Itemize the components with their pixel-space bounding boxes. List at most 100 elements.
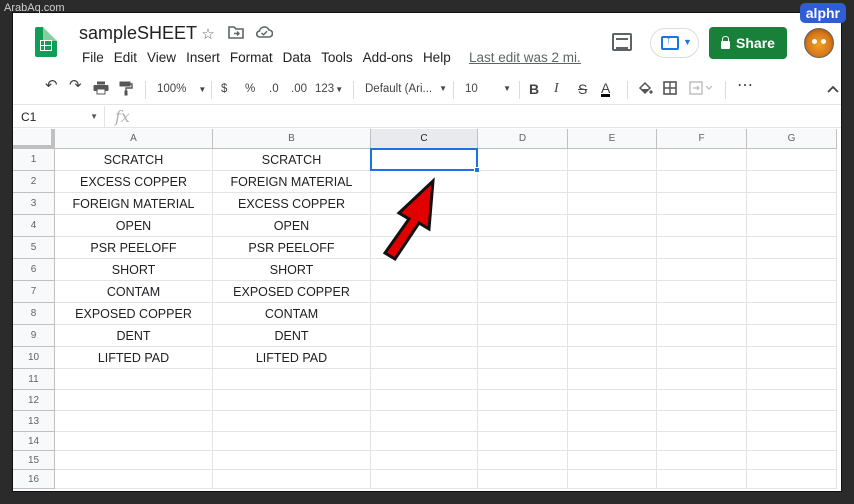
column-header-b[interactable]: B xyxy=(213,129,371,149)
cell-a13[interactable] xyxy=(55,411,213,432)
cell-a4[interactable]: OPEN xyxy=(55,215,213,237)
zoom-select[interactable]: 100% ▼ xyxy=(157,81,206,97)
cell-b6[interactable]: SHORT xyxy=(213,259,371,281)
cell-b16[interactable] xyxy=(213,470,371,489)
cell-e4[interactable] xyxy=(568,215,657,237)
cell-g13[interactable] xyxy=(747,411,837,432)
cell-e9[interactable] xyxy=(568,325,657,347)
present-button[interactable]: ▼ xyxy=(650,28,699,58)
cell-b5[interactable]: PSR PEELOFF xyxy=(213,237,371,259)
cell-f14[interactable] xyxy=(657,432,747,451)
cell-e8[interactable] xyxy=(568,303,657,325)
cell-d6[interactable] xyxy=(478,259,568,281)
cloud-status-icon[interactable] xyxy=(255,25,274,43)
cell-g8[interactable] xyxy=(747,303,837,325)
cell-e1[interactable] xyxy=(568,149,657,171)
row-header-7[interactable]: 7 xyxy=(13,281,55,303)
decrease-decimal-button[interactable]: .0 xyxy=(269,81,279,97)
column-header-d[interactable]: D xyxy=(478,129,568,149)
cell-d9[interactable] xyxy=(478,325,568,347)
font-size-select[interactable]: 10 ▼ xyxy=(465,81,511,97)
cell-d12[interactable] xyxy=(478,390,568,411)
cell-c9[interactable] xyxy=(371,325,478,347)
cell-b15[interactable] xyxy=(213,451,371,470)
cell-c15[interactable] xyxy=(371,451,478,470)
cell-f10[interactable] xyxy=(657,347,747,369)
menu-tools[interactable]: Tools xyxy=(316,50,358,65)
print-icon[interactable] xyxy=(93,81,109,97)
undo-icon[interactable]: ↶ xyxy=(45,78,58,94)
cell-a5[interactable]: PSR PEELOFF xyxy=(55,237,213,259)
row-header-12[interactable]: 12 xyxy=(13,390,55,411)
cell-g16[interactable] xyxy=(747,470,837,489)
column-header-c[interactable]: C xyxy=(371,129,478,149)
cell-g7[interactable] xyxy=(747,281,837,303)
row-header-4[interactable]: 4 xyxy=(13,215,55,237)
cell-c11[interactable] xyxy=(371,369,478,390)
cell-g4[interactable] xyxy=(747,215,837,237)
menu-data[interactable]: Data xyxy=(278,50,317,65)
cell-e15[interactable] xyxy=(568,451,657,470)
text-color-button[interactable]: A xyxy=(601,81,611,97)
share-button[interactable]: Share xyxy=(709,27,787,59)
column-header-f[interactable]: F xyxy=(657,129,747,149)
cell-b3[interactable]: EXCESS COPPER xyxy=(213,193,371,215)
cell-b9[interactable]: DENT xyxy=(213,325,371,347)
cell-g12[interactable] xyxy=(747,390,837,411)
folder-move-icon[interactable] xyxy=(227,25,245,43)
cell-g10[interactable] xyxy=(747,347,837,369)
cell-e6[interactable] xyxy=(568,259,657,281)
cell-b1[interactable]: SCRATCH xyxy=(213,149,371,171)
select-all-corner[interactable] xyxy=(13,129,55,149)
column-header-a[interactable]: A xyxy=(55,129,213,149)
cell-b11[interactable] xyxy=(213,369,371,390)
cell-a10[interactable]: LIFTED PAD xyxy=(55,347,213,369)
cell-f8[interactable] xyxy=(657,303,747,325)
document-title[interactable]: sampleSHEET xyxy=(79,23,197,44)
cell-b13[interactable] xyxy=(213,411,371,432)
cell-b12[interactable] xyxy=(213,390,371,411)
fill-color-icon[interactable] xyxy=(637,81,653,97)
menu-addons[interactable]: Add-ons xyxy=(358,50,418,65)
redo-icon[interactable]: ↷ xyxy=(69,78,82,94)
bold-button[interactable]: B xyxy=(529,81,539,97)
menu-format[interactable]: Format xyxy=(225,50,278,65)
more-options-icon[interactable]: ⋯ xyxy=(737,78,753,94)
row-header-9[interactable]: 9 xyxy=(13,325,55,347)
cell-d7[interactable] xyxy=(478,281,568,303)
cell-d11[interactable] xyxy=(478,369,568,390)
cell-b14[interactable] xyxy=(213,432,371,451)
cell-g15[interactable] xyxy=(747,451,837,470)
cell-a11[interactable] xyxy=(55,369,213,390)
cell-e12[interactable] xyxy=(568,390,657,411)
cell-a2[interactable]: EXCESS COPPER xyxy=(55,171,213,193)
cell-f13[interactable] xyxy=(657,411,747,432)
cell-f15[interactable] xyxy=(657,451,747,470)
cell-f1[interactable] xyxy=(657,149,747,171)
row-header-1[interactable]: 1 xyxy=(13,149,55,171)
cell-a6[interactable]: SHORT xyxy=(55,259,213,281)
row-header-10[interactable]: 10 xyxy=(13,347,55,369)
menu-help[interactable]: Help xyxy=(418,50,456,65)
cell-g2[interactable] xyxy=(747,171,837,193)
cell-c7[interactable] xyxy=(371,281,478,303)
cell-a9[interactable]: DENT xyxy=(55,325,213,347)
last-edit-link[interactable]: Last edit was 2 mi... xyxy=(469,50,581,65)
menu-edit[interactable]: Edit xyxy=(109,50,142,65)
cell-d5[interactable] xyxy=(478,237,568,259)
cell-g1[interactable] xyxy=(747,149,837,171)
cell-e7[interactable] xyxy=(568,281,657,303)
cell-c8[interactable] xyxy=(371,303,478,325)
cell-g5[interactable] xyxy=(747,237,837,259)
star-icon[interactable]: ☆ xyxy=(199,25,217,43)
cell-a8[interactable]: EXPOSED COPPER xyxy=(55,303,213,325)
cell-a3[interactable]: FOREIGN MATERIAL xyxy=(55,193,213,215)
cell-d4[interactable] xyxy=(478,215,568,237)
more-formats-select[interactable]: 123▼ xyxy=(315,81,343,97)
currency-format-button[interactable]: $ xyxy=(221,81,227,97)
increase-decimal-button[interactable]: .00 xyxy=(291,81,307,97)
row-header-15[interactable]: 15 xyxy=(13,451,55,470)
column-header-e[interactable]: E xyxy=(568,129,657,149)
cell-e3[interactable] xyxy=(568,193,657,215)
cell-f3[interactable] xyxy=(657,193,747,215)
